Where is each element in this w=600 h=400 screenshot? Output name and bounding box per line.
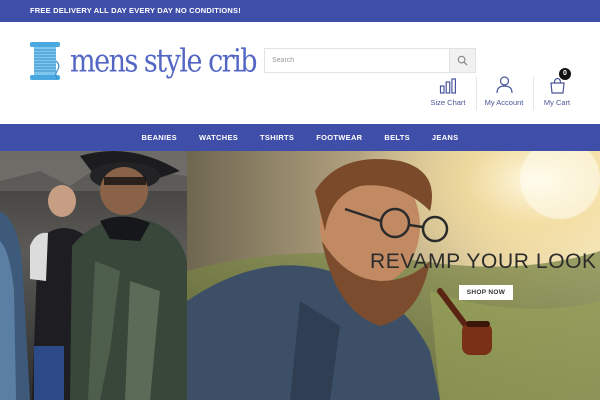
site-logo[interactable]: mens style crib [28, 40, 258, 82]
announcement-text: FREE DELIVERY ALL DAY EVERY DAY NO CONDI… [30, 6, 241, 15]
shop-now-button[interactable]: SHOP NOW [459, 285, 513, 300]
nav-item-belts[interactable]: BELTS [384, 133, 410, 142]
size-chart-link[interactable]: Size Chart [420, 72, 476, 107]
hero-image [0, 151, 600, 400]
my-cart-label: My Cart [543, 98, 571, 107]
search-bar [264, 48, 476, 73]
cart-count-badge: 0 [559, 68, 571, 80]
announcement-bar: FREE DELIVERY ALL DAY EVERY DAY NO CONDI… [0, 0, 600, 22]
bar-chart-icon [439, 78, 456, 94]
nav-item-beanies[interactable]: BEANIES [142, 133, 177, 142]
user-icon [495, 76, 513, 94]
nav-item-footwear[interactable]: FOOTWEAR [316, 133, 362, 142]
my-account-label: My Account [484, 98, 524, 107]
brand-name: mens style crib [70, 42, 258, 80]
size-chart-label: Size Chart [430, 98, 466, 107]
nav-item-watches[interactable]: WATCHES [199, 133, 238, 142]
my-cart-link[interactable]: 0 My Cart [529, 68, 585, 107]
nav-item-jeans[interactable]: JEANS [432, 133, 459, 142]
search-icon [457, 55, 468, 66]
search-input[interactable] [265, 49, 449, 72]
search-button[interactable] [449, 49, 475, 72]
my-account-link[interactable]: My Account [476, 72, 532, 107]
nav-item-tshirts[interactable]: TSHIRTS [260, 133, 294, 142]
hero-title: REVAMP YOUR LOOK [370, 250, 597, 273]
hero-banner: REVAMP YOUR LOOK SHOP NOW [0, 151, 600, 400]
main-nav: BEANIES WATCHES TSHIRTS FOOTWEAR BELTS J… [0, 124, 600, 151]
site-header: mens style crib Size Chart M [0, 22, 600, 124]
thread-spool-icon [30, 42, 60, 80]
